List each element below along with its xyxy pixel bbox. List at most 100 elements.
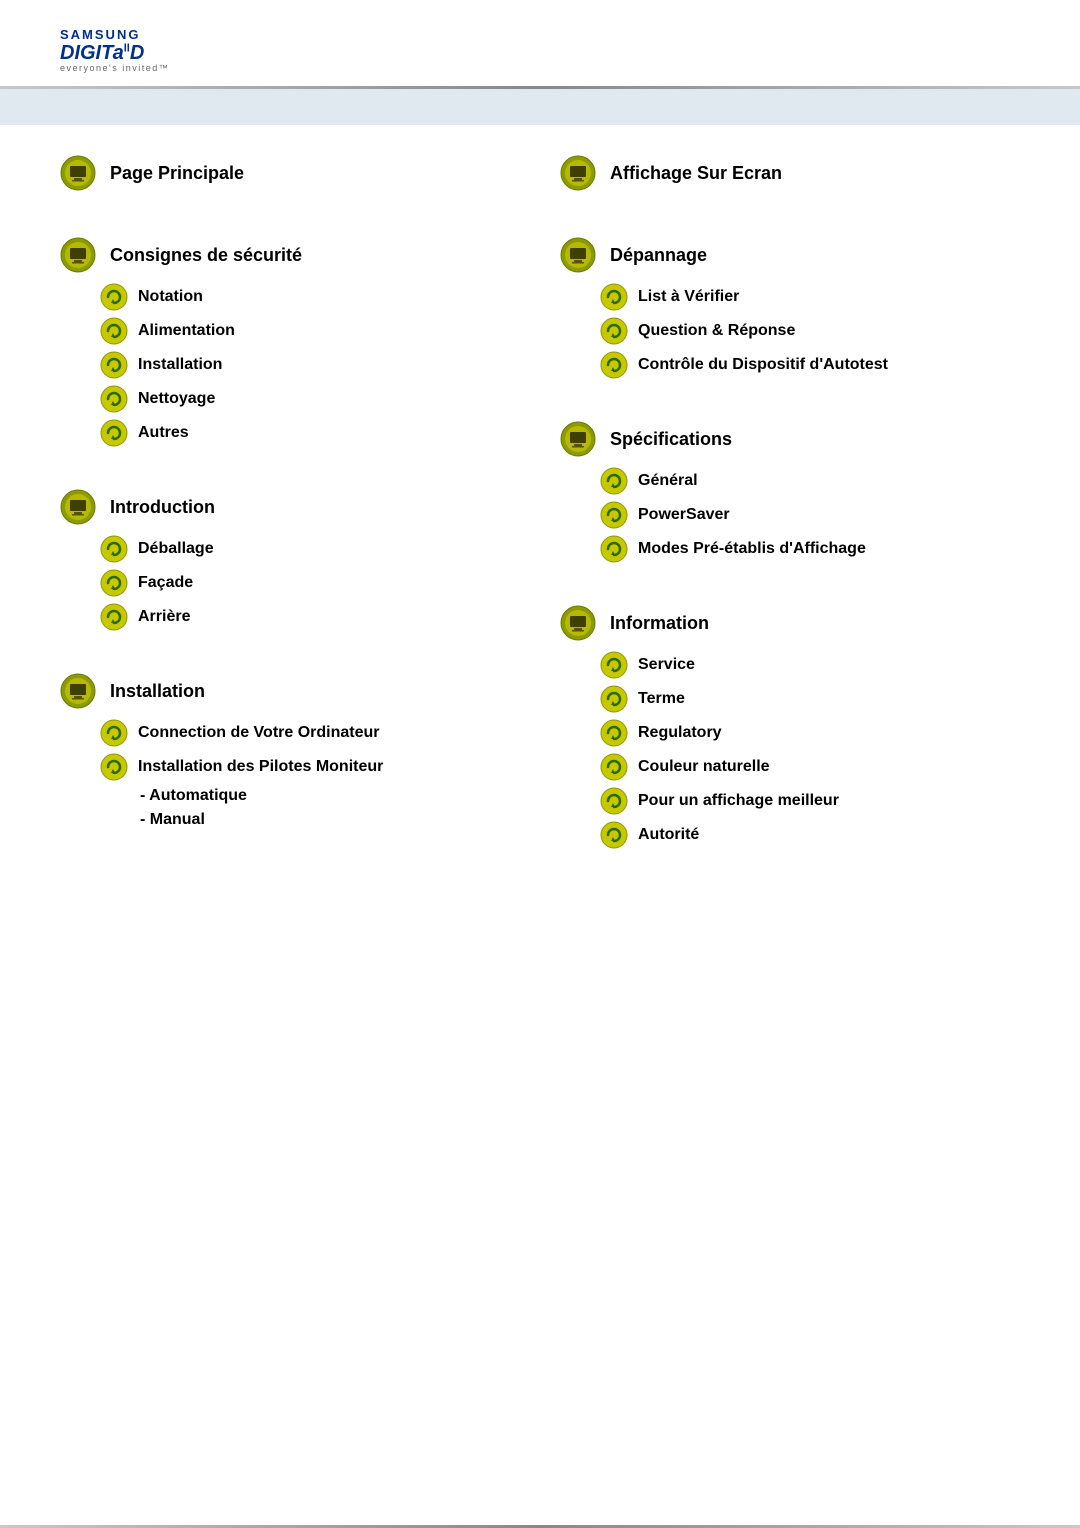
- sub-item-alimentation[interactable]: Alimentation: [100, 317, 520, 345]
- monitor-icon: [60, 673, 96, 709]
- arrow-icon: [600, 501, 628, 529]
- sub-item-label-list-verifier: List à Vérifier: [638, 288, 739, 306]
- sub-item-couleur-naturelle[interactable]: Couleur naturelle: [600, 753, 1020, 781]
- sub-item-facade[interactable]: Façade: [100, 569, 520, 597]
- sub-item-label-installation-pilotes: Installation des Pilotes Moniteur: [138, 758, 383, 776]
- arrow-icon: [100, 419, 128, 447]
- sub-item-list-verifier[interactable]: List à Vérifier: [600, 283, 1020, 311]
- sub-item-nettoyage[interactable]: Nettoyage: [100, 385, 520, 413]
- sub-item-autorite[interactable]: Autorité: [600, 821, 1020, 849]
- arrow-icon: [100, 569, 128, 597]
- sub-item-service[interactable]: Service: [600, 651, 1020, 679]
- section-title-affichage-ecran: Affichage Sur Ecran: [610, 163, 782, 184]
- arrow-icon: [600, 283, 628, 311]
- sub-item-installation-pilotes[interactable]: Installation des Pilotes Moniteur: [100, 753, 520, 781]
- arrow-icon: [600, 651, 628, 679]
- arrow-icon: [600, 719, 628, 747]
- section-title-specifications: Spécifications: [610, 429, 732, 450]
- sub-item-label-service: Service: [638, 656, 695, 674]
- section-installation-section: Installation Connection de Votre Ordinat…: [60, 673, 520, 835]
- indent-item-automatique[interactable]: - Automatique: [140, 787, 520, 805]
- header: SAMSUNG DIGITallD everyone's invited™: [0, 0, 1080, 74]
- sub-item-powersaver[interactable]: PowerSaver: [600, 501, 1020, 529]
- digital-line: DIGITallD: [60, 42, 169, 64]
- sub-item-label-arriere: Arrière: [138, 608, 190, 626]
- arrow-icon: [600, 685, 628, 713]
- sub-item-label-controle-autotest: Contrôle du Dispositif d'Autotest: [638, 356, 888, 374]
- sub-item-label-autres: Autres: [138, 424, 189, 442]
- monitor-icon: [60, 489, 96, 525]
- arrow-icon: [100, 351, 128, 379]
- sub-item-terme[interactable]: Terme: [600, 685, 1020, 713]
- right-column: Affichage Sur Ecran Dépannage List à Vér…: [560, 155, 1020, 891]
- section-title-introduction: Introduction: [110, 497, 215, 518]
- arrow-icon: [600, 467, 628, 495]
- arrow-icon: [100, 719, 128, 747]
- indent-label-automatique: - Automatique: [140, 787, 247, 804]
- sub-item-modes-affichage[interactable]: Modes Pré-établis d'Affichage: [600, 535, 1020, 563]
- section-title-consignes-securite: Consignes de sécurité: [110, 245, 302, 266]
- main-content: Page Principale Consignes de sécurité No…: [0, 125, 1080, 1525]
- left-column: Page Principale Consignes de sécurité No…: [60, 155, 520, 891]
- sub-item-question-reponse[interactable]: Question & Réponse: [600, 317, 1020, 345]
- arrow-icon: [600, 821, 628, 849]
- monitor-icon: [560, 421, 596, 457]
- monitor-icon: [60, 237, 96, 273]
- sub-item-label-connection: Connection de Votre Ordinateur: [138, 724, 380, 742]
- sub-item-label-alimentation: Alimentation: [138, 322, 235, 340]
- section-specifications: Spécifications Général PowerSaver Modes …: [560, 421, 1020, 569]
- arrow-icon: [100, 385, 128, 413]
- section-header-introduction[interactable]: Introduction: [60, 489, 520, 525]
- sub-item-label-general: Général: [638, 472, 698, 490]
- section-consignes-securite: Consignes de sécurité Notation Alimentat…: [60, 237, 520, 453]
- section-header-installation-section[interactable]: Installation: [60, 673, 520, 709]
- sub-item-affichage-meilleur[interactable]: Pour un affichage meilleur: [600, 787, 1020, 815]
- section-title-depannage: Dépannage: [610, 245, 707, 266]
- indent-label-manual: - Manual: [140, 811, 205, 828]
- section-page-principale: Page Principale: [60, 155, 520, 201]
- section-title-page-principale: Page Principale: [110, 163, 244, 184]
- sub-item-deballage[interactable]: Déballage: [100, 535, 520, 563]
- sub-item-label-notation: Notation: [138, 288, 203, 306]
- section-depannage: Dépannage List à Vérifier Question & Rép…: [560, 237, 1020, 385]
- sub-item-autres[interactable]: Autres: [100, 419, 520, 447]
- monitor-icon: [560, 155, 596, 191]
- arrow-icon: [100, 283, 128, 311]
- tagline-line: everyone's invited™: [60, 64, 169, 74]
- section-title-installation-section: Installation: [110, 681, 205, 702]
- section-header-depannage[interactable]: Dépannage: [560, 237, 1020, 273]
- sub-item-label-installation: Installation: [138, 356, 222, 374]
- arrow-icon: [600, 317, 628, 345]
- sub-item-connection[interactable]: Connection de Votre Ordinateur: [100, 719, 520, 747]
- sub-item-controle-autotest[interactable]: Contrôle du Dispositif d'Autotest: [600, 351, 1020, 379]
- arrow-icon: [600, 535, 628, 563]
- arrow-icon: [100, 603, 128, 631]
- arrow-icon: [100, 317, 128, 345]
- section-information: Information Service Terme Regulatory Cou…: [560, 605, 1020, 855]
- arrow-icon: [600, 753, 628, 781]
- sub-item-label-affichage-meilleur: Pour un affichage meilleur: [638, 792, 839, 810]
- section-introduction: Introduction Déballage Façade Arrière: [60, 489, 520, 637]
- two-col-grid: Page Principale Consignes de sécurité No…: [60, 155, 1020, 891]
- section-header-affichage-ecran[interactable]: Affichage Sur Ecran: [560, 155, 1020, 191]
- sub-item-label-couleur-naturelle: Couleur naturelle: [638, 758, 770, 776]
- arrow-icon: [100, 535, 128, 563]
- samsung-line: SAMSUNG: [60, 28, 169, 42]
- sub-item-installation[interactable]: Installation: [100, 351, 520, 379]
- arrow-icon: [600, 787, 628, 815]
- sub-item-label-modes-affichage: Modes Pré-établis d'Affichage: [638, 540, 866, 558]
- sub-item-label-terme: Terme: [638, 690, 685, 708]
- sub-item-regulatory[interactable]: Regulatory: [600, 719, 1020, 747]
- section-header-page-principale[interactable]: Page Principale: [60, 155, 520, 191]
- section-header-specifications[interactable]: Spécifications: [560, 421, 1020, 457]
- section-header-information[interactable]: Information: [560, 605, 1020, 641]
- sub-item-general[interactable]: Général: [600, 467, 1020, 495]
- section-header-consignes-securite[interactable]: Consignes de sécurité: [60, 237, 520, 273]
- sub-item-label-autorite: Autorité: [638, 826, 699, 844]
- sub-item-label-deballage: Déballage: [138, 540, 214, 558]
- sub-item-arriere[interactable]: Arrière: [100, 603, 520, 631]
- sub-item-label-facade: Façade: [138, 574, 193, 592]
- sub-item-notation[interactable]: Notation: [100, 283, 520, 311]
- indent-item-manual[interactable]: - Manual: [140, 811, 520, 829]
- sub-item-label-nettoyage: Nettoyage: [138, 390, 215, 408]
